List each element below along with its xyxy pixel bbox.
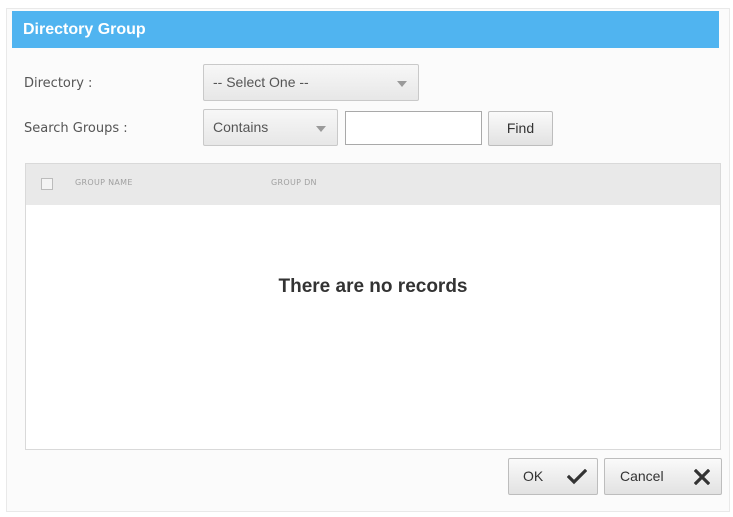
table-header: GROUP NAME GROUP DN [26, 164, 720, 205]
column-header-group-name[interactable]: GROUP NAME [75, 178, 133, 187]
ok-button-label: OK [523, 468, 544, 484]
ok-button[interactable]: OK [508, 458, 598, 495]
x-close-icon [694, 469, 710, 485]
dialog-title: Directory Group [12, 11, 719, 48]
search-input[interactable] [345, 111, 482, 145]
triangle-down-icon [316, 125, 326, 132]
directory-select[interactable]: -- Select One -- [203, 64, 419, 101]
select-all-checkbox[interactable] [41, 178, 53, 190]
cancel-button[interactable]: Cancel [604, 458, 722, 495]
directory-select-value: -- Select One -- [213, 74, 309, 90]
triangle-down-icon [397, 80, 407, 87]
search-groups-label: Search Groups : [24, 121, 128, 136]
groups-table: GROUP NAME GROUP DN There are no records [25, 163, 721, 450]
checkmark-icon [567, 469, 587, 485]
directory-label: Directory : [24, 76, 93, 91]
match-mode-value: Contains [213, 119, 269, 135]
match-mode-select[interactable]: Contains [203, 109, 338, 146]
find-button[interactable]: Find [488, 111, 553, 146]
cancel-button-label: Cancel [620, 468, 664, 484]
column-header-group-dn[interactable]: GROUP DN [271, 178, 317, 187]
empty-message: There are no records [278, 276, 468, 297]
